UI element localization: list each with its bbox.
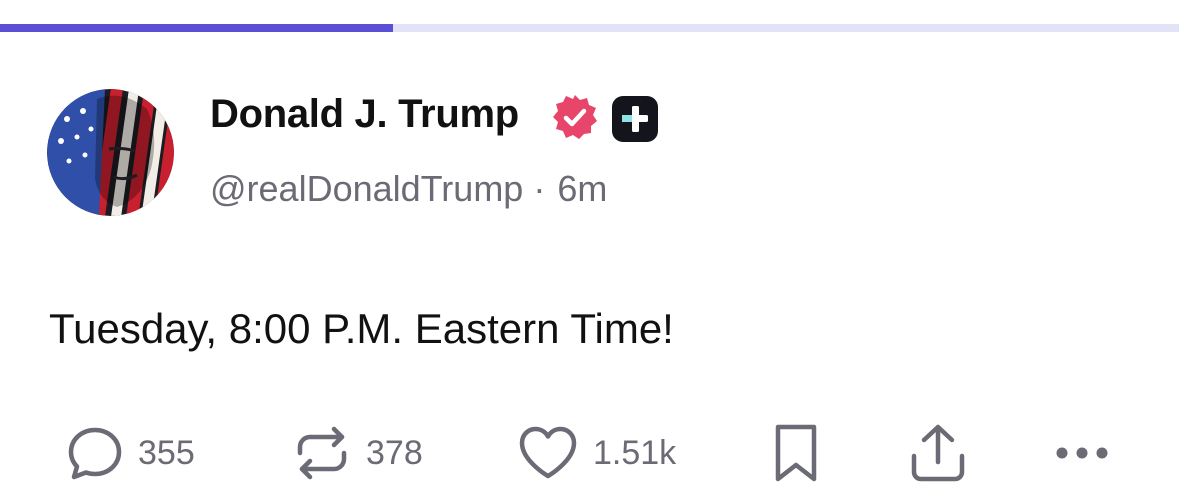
- meta-separator: ·: [533, 168, 546, 209]
- reply-count: 355: [138, 433, 195, 472]
- post-actions-bar: 355 378 1.51k: [0, 418, 1179, 488]
- loading-progress-fill: [0, 24, 393, 32]
- bookmark-button[interactable]: [773, 418, 819, 488]
- plus-badge-icon: [612, 96, 658, 142]
- more-button[interactable]: [1053, 418, 1111, 488]
- loading-progress-bar: [0, 24, 1179, 32]
- author-display-name[interactable]: Donald J. Trump: [210, 92, 519, 137]
- share-icon: [911, 424, 965, 482]
- verified-badge-icon: [551, 93, 599, 141]
- more-icon: [1056, 447, 1108, 459]
- repost-count: 378: [366, 433, 423, 472]
- bookmark-icon: [775, 424, 817, 482]
- reply-icon: [68, 427, 122, 480]
- heart-icon: [519, 426, 577, 479]
- like-button[interactable]: 1.51k: [517, 418, 676, 488]
- author-meta: @realDonaldTrump · 6m: [210, 168, 607, 210]
- post-timestamp[interactable]: 6m: [557, 168, 607, 209]
- repost-icon: [297, 426, 347, 480]
- share-button[interactable]: [909, 418, 967, 488]
- avatar[interactable]: [47, 89, 174, 216]
- author-handle[interactable]: @realDonaldTrump: [210, 168, 523, 209]
- post-text: Tuesday, 8:00 P.M. Eastern Time!: [49, 305, 674, 352]
- reply-button[interactable]: 355: [66, 418, 195, 488]
- like-count: 1.51k: [593, 433, 677, 472]
- repost-button[interactable]: 378: [292, 418, 423, 488]
